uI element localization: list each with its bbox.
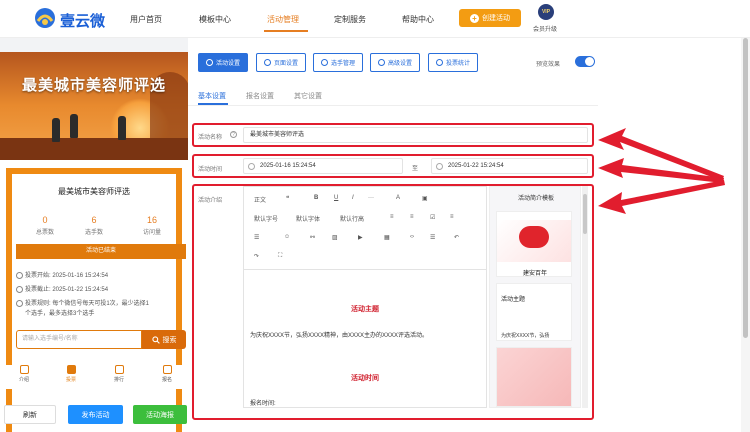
vote-start-info: 投票开始: 2025-01-16 15:24:54 [16,271,182,281]
vote-start-text: 投票开始: 2025-01-16 15:24:54 [25,273,109,279]
clock-icon [16,272,23,279]
vote-rule-info: 投票规则: 每个微信号每天可投1次，最少选择1个选手，最多选择3个选手 [16,299,154,319]
stat-value: 0 [42,215,48,225]
sliders-icon [377,59,385,66]
highlight-activity-intro [192,184,594,420]
mobile-nav-label: 介绍 [18,377,29,383]
highlight-activity-time [192,154,594,178]
nav-active-indicator [264,30,308,32]
intro-icon [19,365,29,374]
gear-icon [205,59,213,66]
stat-value: 6 [91,215,97,225]
mobile-nav-signup[interactable]: 报名 [152,365,182,383]
create-activity-button[interactable]: + 创建活动 [459,9,521,27]
stat-contestants: 6 选手数 [69,215,119,236]
banner-ground [0,138,188,160]
nav-custom-service[interactable]: 定制服务 [334,14,366,25]
tab-label: 活动设置 [215,61,240,67]
stat-label: 访问量 [142,230,161,236]
mobile-preview: 最美城市美容师评选 最美城市美容师评选 0 总票数 6 选手数 16 访问量 活… [0,52,188,432]
nav-help-center[interactable]: 帮助中心 [402,14,434,25]
search-button[interactable]: 搜索 [142,330,186,349]
highlight-activity-name [192,123,594,147]
tab-label: 页面设置 [273,61,298,67]
app-root: 壹云微 用户首页 模板中心 活动管理 定制服务 帮助中心 + 创建活动 VIP … [0,0,750,432]
vote-icon [66,365,76,374]
tab-contestant-management[interactable]: 选手管理 [313,53,363,72]
tab-label: 选手管理 [330,61,355,67]
tab-label: 高级设置 [387,61,412,67]
preview-effect-toggle[interactable] [575,56,595,67]
signup-icon [162,365,172,374]
nav-user-home[interactable]: 用户首页 [130,14,162,25]
stat-total-votes: 0 总票数 [20,215,70,236]
mobile-nav-label: 投票 [65,377,76,383]
mobile-nav-ranking[interactable]: 排行 [104,365,134,383]
top-navbar: 壹云微 用户首页 模板中心 活动管理 定制服务 帮助中心 + 创建活动 VIP … [0,0,750,38]
subtab-other-settings[interactable]: 其它设置 [294,91,322,101]
plus-icon: + [470,13,479,23]
tab-advanced-settings[interactable]: 高级设置 [370,53,420,72]
ranking-icon [114,365,124,374]
info-icon [16,300,23,307]
stat-visits: 16 访问量 [127,215,177,236]
banner-title: 最美城市美容师评选 [21,77,166,94]
banner-figure [118,116,126,140]
activity-poster-button[interactable]: 活动海报 [133,405,187,424]
nav-activity-management[interactable]: 活动管理 [267,14,299,25]
users-icon [320,59,328,66]
brand-logo-icon[interactable] [34,7,56,29]
banner-figure [70,114,78,138]
tab-label: 投票统计 [445,61,470,67]
nav-template-center[interactable]: 模板中心 [199,14,231,25]
create-activity-label: 创建活动 [482,15,510,22]
activity-banner: 最美城市美容师评选 [0,52,188,160]
vip-badge-icon[interactable]: VIP [538,4,554,20]
refresh-button[interactable]: 刷新 [4,405,56,424]
search-icon [151,335,160,344]
page-scrollbar[interactable] [741,38,750,432]
subtab-divider [188,105,598,106]
vote-rule-text: 投票规则: 每个微信号每天可投1次，最少选择1个选手，最多选择3个选手 [25,301,150,317]
subtab-basic-settings[interactable]: 基本设置 [198,91,226,101]
gear-icon [263,59,271,66]
activity-info-card: 最美城市美容师评选 0 总票数 6 选手数 16 访问量 活动已结束 投票开始:… [6,168,186,432]
publish-activity-button[interactable]: 发布活动 [68,405,123,424]
scrollbar-thumb[interactable] [743,38,748,338]
settings-panel: 活动设置 页面设置 选手管理 高级设置 投票统计 预览效果 基本设置 报名设置 … [188,38,741,432]
contestant-search-input[interactable]: 请输入选手编号/名称 [16,330,142,349]
mobile-nav-intro[interactable]: 介绍 [9,365,39,383]
activity-ended-bar: 活动已结束 [16,244,186,259]
brand-name[interactable]: 壹云微 [60,10,105,31]
vip-upgrade-link[interactable]: 会员升级 [533,24,557,33]
subtab-signup-settings[interactable]: 报名设置 [246,91,274,101]
mobile-nav-label: 报名 [161,377,172,383]
search-label: 搜索 [162,336,177,344]
tab-vote-statistics[interactable]: 投票统计 [428,53,478,72]
tab-page-settings[interactable]: 页面设置 [256,53,306,72]
bar-chart-icon [435,59,443,66]
stat-value: 16 [146,215,157,225]
mobile-bottom-nav: 介绍 投票 排行 报名 [0,365,188,389]
mobile-nav-vote[interactable]: 投票 [56,365,86,383]
activity-title: 最美城市美容师评选 [58,187,130,196]
stat-label: 总票数 [35,230,54,236]
clock-icon [16,286,23,293]
vote-end-text: 投票截止: 2025-01-22 15:24:54 [25,287,109,293]
preview-effect-label: 预览效果 [536,62,561,68]
stat-label: 选手数 [84,230,103,236]
vote-end-info: 投票截止: 2025-01-22 15:24:54 [16,285,182,295]
mobile-nav-label: 排行 [113,377,124,383]
banner-figure [52,118,60,142]
tab-activity-settings[interactable]: 活动设置 [198,53,248,72]
